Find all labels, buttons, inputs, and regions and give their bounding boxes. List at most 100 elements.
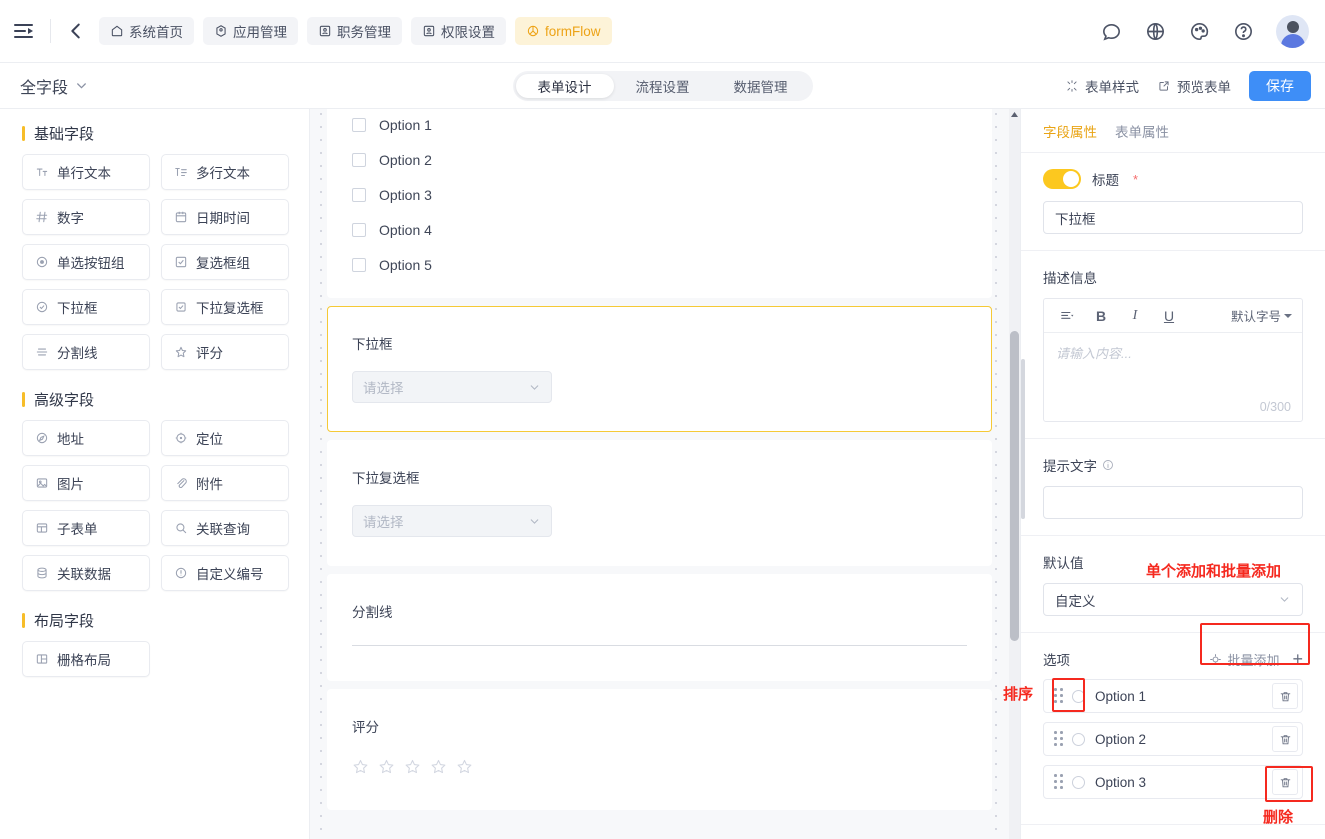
italic-button[interactable]: I [1118, 302, 1152, 330]
form-designer-app: 系统首页 应用管理 职务管理 权限设置 formFlow 全字段 表单设计 流程… [0, 0, 1325, 839]
checkbox-icon[interactable] [352, 223, 366, 237]
nav-tab-formflow[interactable]: formFlow [515, 17, 612, 45]
group-accent-bar [22, 613, 25, 628]
palette-item-divider[interactable]: 分割线 [22, 334, 150, 370]
palette-item-select[interactable]: 下拉框 [22, 289, 150, 325]
field-card-rating[interactable]: 评分 [327, 689, 992, 810]
tab-form-design[interactable]: 表单设计 [515, 73, 614, 98]
option-radio-icon[interactable] [1072, 689, 1085, 703]
nav-tab-home[interactable]: 系统首页 [99, 17, 194, 45]
batch-add-button[interactable]: 批量添加 [1209, 650, 1279, 669]
save-button[interactable]: 保存 [1249, 70, 1311, 101]
canvas-scrollbar-thumb[interactable] [1010, 331, 1019, 641]
multiselect-control[interactable]: 请选择 [352, 505, 552, 537]
drag-handle-icon[interactable] [1050, 728, 1068, 750]
checkbox-icon[interactable] [352, 118, 366, 132]
palette-item-custom-number[interactable]: 自定义编号 [161, 555, 289, 591]
drag-handle-icon[interactable] [1050, 771, 1068, 793]
palette-item-checkbox-group[interactable]: 复选框组 [161, 244, 289, 280]
palette-item-address[interactable]: 地址 [22, 420, 150, 456]
help-icon[interactable] [1232, 20, 1255, 43]
nav-tab-app-management[interactable]: 应用管理 [203, 17, 298, 45]
palette-item-single-line-text[interactable]: 单行文本 [22, 154, 150, 190]
palette-item-multi-line-text[interactable]: 多行文本 [161, 154, 289, 190]
form-style-button[interactable]: 表单样式 [1065, 76, 1139, 96]
palette-item-related-data[interactable]: 关联数据 [22, 555, 150, 591]
preview-form-button[interactable]: 预览表单 [1157, 76, 1231, 96]
star-icon[interactable] [456, 758, 473, 775]
star-icon[interactable] [352, 758, 369, 775]
palette-icon[interactable] [1188, 20, 1211, 43]
underline-button[interactable]: U [1152, 302, 1186, 330]
field-card-checkbox-group[interactable]: Option 1 Option 2 Option 3 Option 4 Opti… [327, 109, 992, 298]
rating-stars[interactable] [352, 758, 967, 775]
tab-data-management[interactable]: 数据管理 [712, 74, 810, 98]
field-card-select[interactable]: 下拉框 请选择 [327, 306, 992, 432]
checkbox-option-row[interactable]: Option 1 [352, 117, 967, 133]
palette-item-related-query[interactable]: 关联查询 [161, 510, 289, 546]
globe-icon[interactable] [1144, 20, 1167, 43]
title-visibility-toggle[interactable] [1043, 169, 1081, 189]
field-title-input[interactable] [1043, 201, 1303, 234]
palette-item-image[interactable]: 图片 [22, 465, 150, 501]
star-icon[interactable] [404, 758, 421, 775]
nav-tab-permission-settings[interactable]: 权限设置 [411, 17, 506, 45]
palette-item-attachment[interactable]: 附件 [161, 465, 289, 501]
default-value-select[interactable]: 自定义 [1043, 583, 1303, 616]
add-option-button[interactable]: + [1292, 650, 1303, 668]
tab-field-properties[interactable]: 字段属性 [1043, 121, 1097, 141]
star-icon[interactable] [430, 758, 447, 775]
info-icon[interactable] [1102, 459, 1114, 471]
drag-handle-icon[interactable] [1050, 685, 1068, 707]
option-row[interactable]: Option 1 [1043, 679, 1303, 713]
palette-item-rating[interactable]: 评分 [161, 334, 289, 370]
hint-text-input[interactable] [1043, 486, 1303, 519]
align-left-icon[interactable] [1050, 302, 1084, 330]
scroll-up-arrow-icon[interactable] [1011, 112, 1018, 117]
option-row[interactable]: Option 3 [1043, 765, 1303, 799]
checkbox-option-row[interactable]: Option 4 [352, 222, 967, 238]
delete-option-button[interactable] [1272, 683, 1298, 709]
properties-scrollbar-thumb[interactable] [1021, 359, 1025, 519]
palette-item-datetime[interactable]: 日期时间 [161, 199, 289, 235]
palette-item-location[interactable]: 定位 [161, 420, 289, 456]
delete-option-button[interactable] [1272, 769, 1298, 795]
font-size-dropdown[interactable]: 默认字号 [1231, 306, 1296, 325]
chat-icon[interactable] [1100, 20, 1123, 43]
tab-form-properties[interactable]: 表单属性 [1115, 121, 1169, 141]
select-control[interactable]: 请选择 [352, 371, 552, 403]
editor-body[interactable]: 请输入内容... 0/300 [1044, 333, 1302, 421]
checkbox-icon[interactable] [352, 153, 366, 167]
palette-item-grid-layout[interactable]: 栅格布局 [22, 641, 150, 677]
tab-flow-settings[interactable]: 流程设置 [614, 74, 712, 98]
form-canvas[interactable]: Option 1 Option 2 Option 3 Option 4 Opti… [310, 109, 1020, 839]
star-icon[interactable] [378, 758, 395, 775]
avatar-body [1280, 33, 1305, 48]
palette-item-radio-group[interactable]: 单选按钮组 [22, 244, 150, 280]
option-radio-icon[interactable] [1072, 732, 1085, 746]
checkbox-option-row[interactable]: Option 2 [352, 152, 967, 168]
checkbox-option-row[interactable]: Option 3 [352, 187, 967, 203]
field-scope-dropdown[interactable]: 全字段 [20, 74, 88, 98]
option-row[interactable]: Option 2 [1043, 722, 1303, 756]
checkbox-icon[interactable] [352, 258, 366, 272]
field-card-multiselect[interactable]: 下拉复选框 请选择 [327, 440, 992, 566]
delete-option-button[interactable] [1272, 726, 1298, 752]
palette-item-number[interactable]: 数字 [22, 199, 150, 235]
checkbox-icon[interactable] [352, 188, 366, 202]
palette-item-subform[interactable]: 子表单 [22, 510, 150, 546]
checkbox-option-row[interactable]: Option 5 [352, 257, 967, 273]
nav-tab-position-management[interactable]: 职务管理 [307, 17, 402, 45]
canvas-scrollbar[interactable] [1009, 109, 1020, 839]
option-radio-icon[interactable] [1072, 775, 1085, 789]
section-options: 选项 批量添加 + Option 1 Option 2 Option 3 [1021, 633, 1325, 824]
palette-item-label: 单行文本 [57, 166, 111, 181]
menu-indent-icon[interactable] [12, 19, 36, 43]
description-rich-editor[interactable]: B I U 默认字号 请输入内容... 0/300 [1043, 298, 1303, 422]
user-avatar[interactable] [1276, 14, 1309, 48]
radio-icon [36, 256, 48, 268]
field-card-divider[interactable]: 分割线 [327, 574, 992, 681]
bold-button[interactable]: B [1084, 302, 1118, 330]
chevron-left-icon[interactable] [65, 20, 87, 42]
palette-item-multiselect[interactable]: 下拉复选框 [161, 289, 289, 325]
